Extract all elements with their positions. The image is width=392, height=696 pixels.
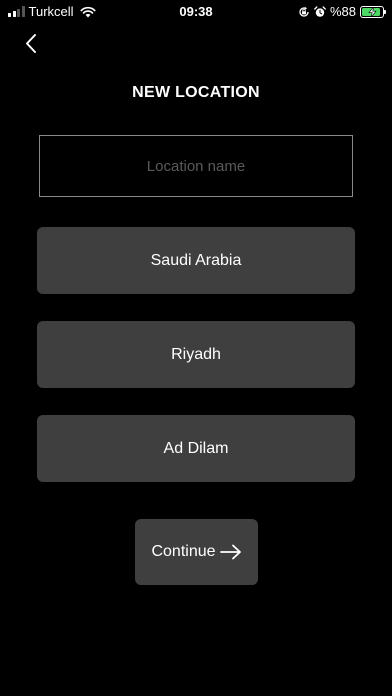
alarm-icon (314, 5, 326, 17)
battery-percent: %88 (329, 4, 356, 19)
continue-label: Continue (151, 543, 216, 560)
page-title: NEW LOCATION (132, 84, 260, 101)
orientation-lock-icon (299, 6, 309, 17)
city-select-button[interactable]: Riyadh (37, 321, 355, 388)
district-label: Ad Dilam (163, 439, 229, 457)
country-select-button[interactable]: Saudi Arabia (37, 227, 355, 294)
location-name-input[interactable] (39, 135, 353, 197)
continue-button[interactable]: Continue (135, 519, 258, 585)
battery-icon (360, 5, 386, 18)
charging-bolt-icon (368, 6, 377, 17)
arrow-right-icon (219, 544, 241, 560)
status-bar: Turkcell 09:38 %88 (0, 0, 392, 24)
back-button[interactable] (20, 30, 44, 58)
city-label: Riyadh (171, 345, 221, 363)
country-label: Saudi Arabia (150, 251, 242, 269)
district-select-button[interactable]: Ad Dilam (37, 415, 355, 482)
chevron-left-icon (26, 34, 36, 53)
status-bar-right: %88 (298, 4, 386, 19)
